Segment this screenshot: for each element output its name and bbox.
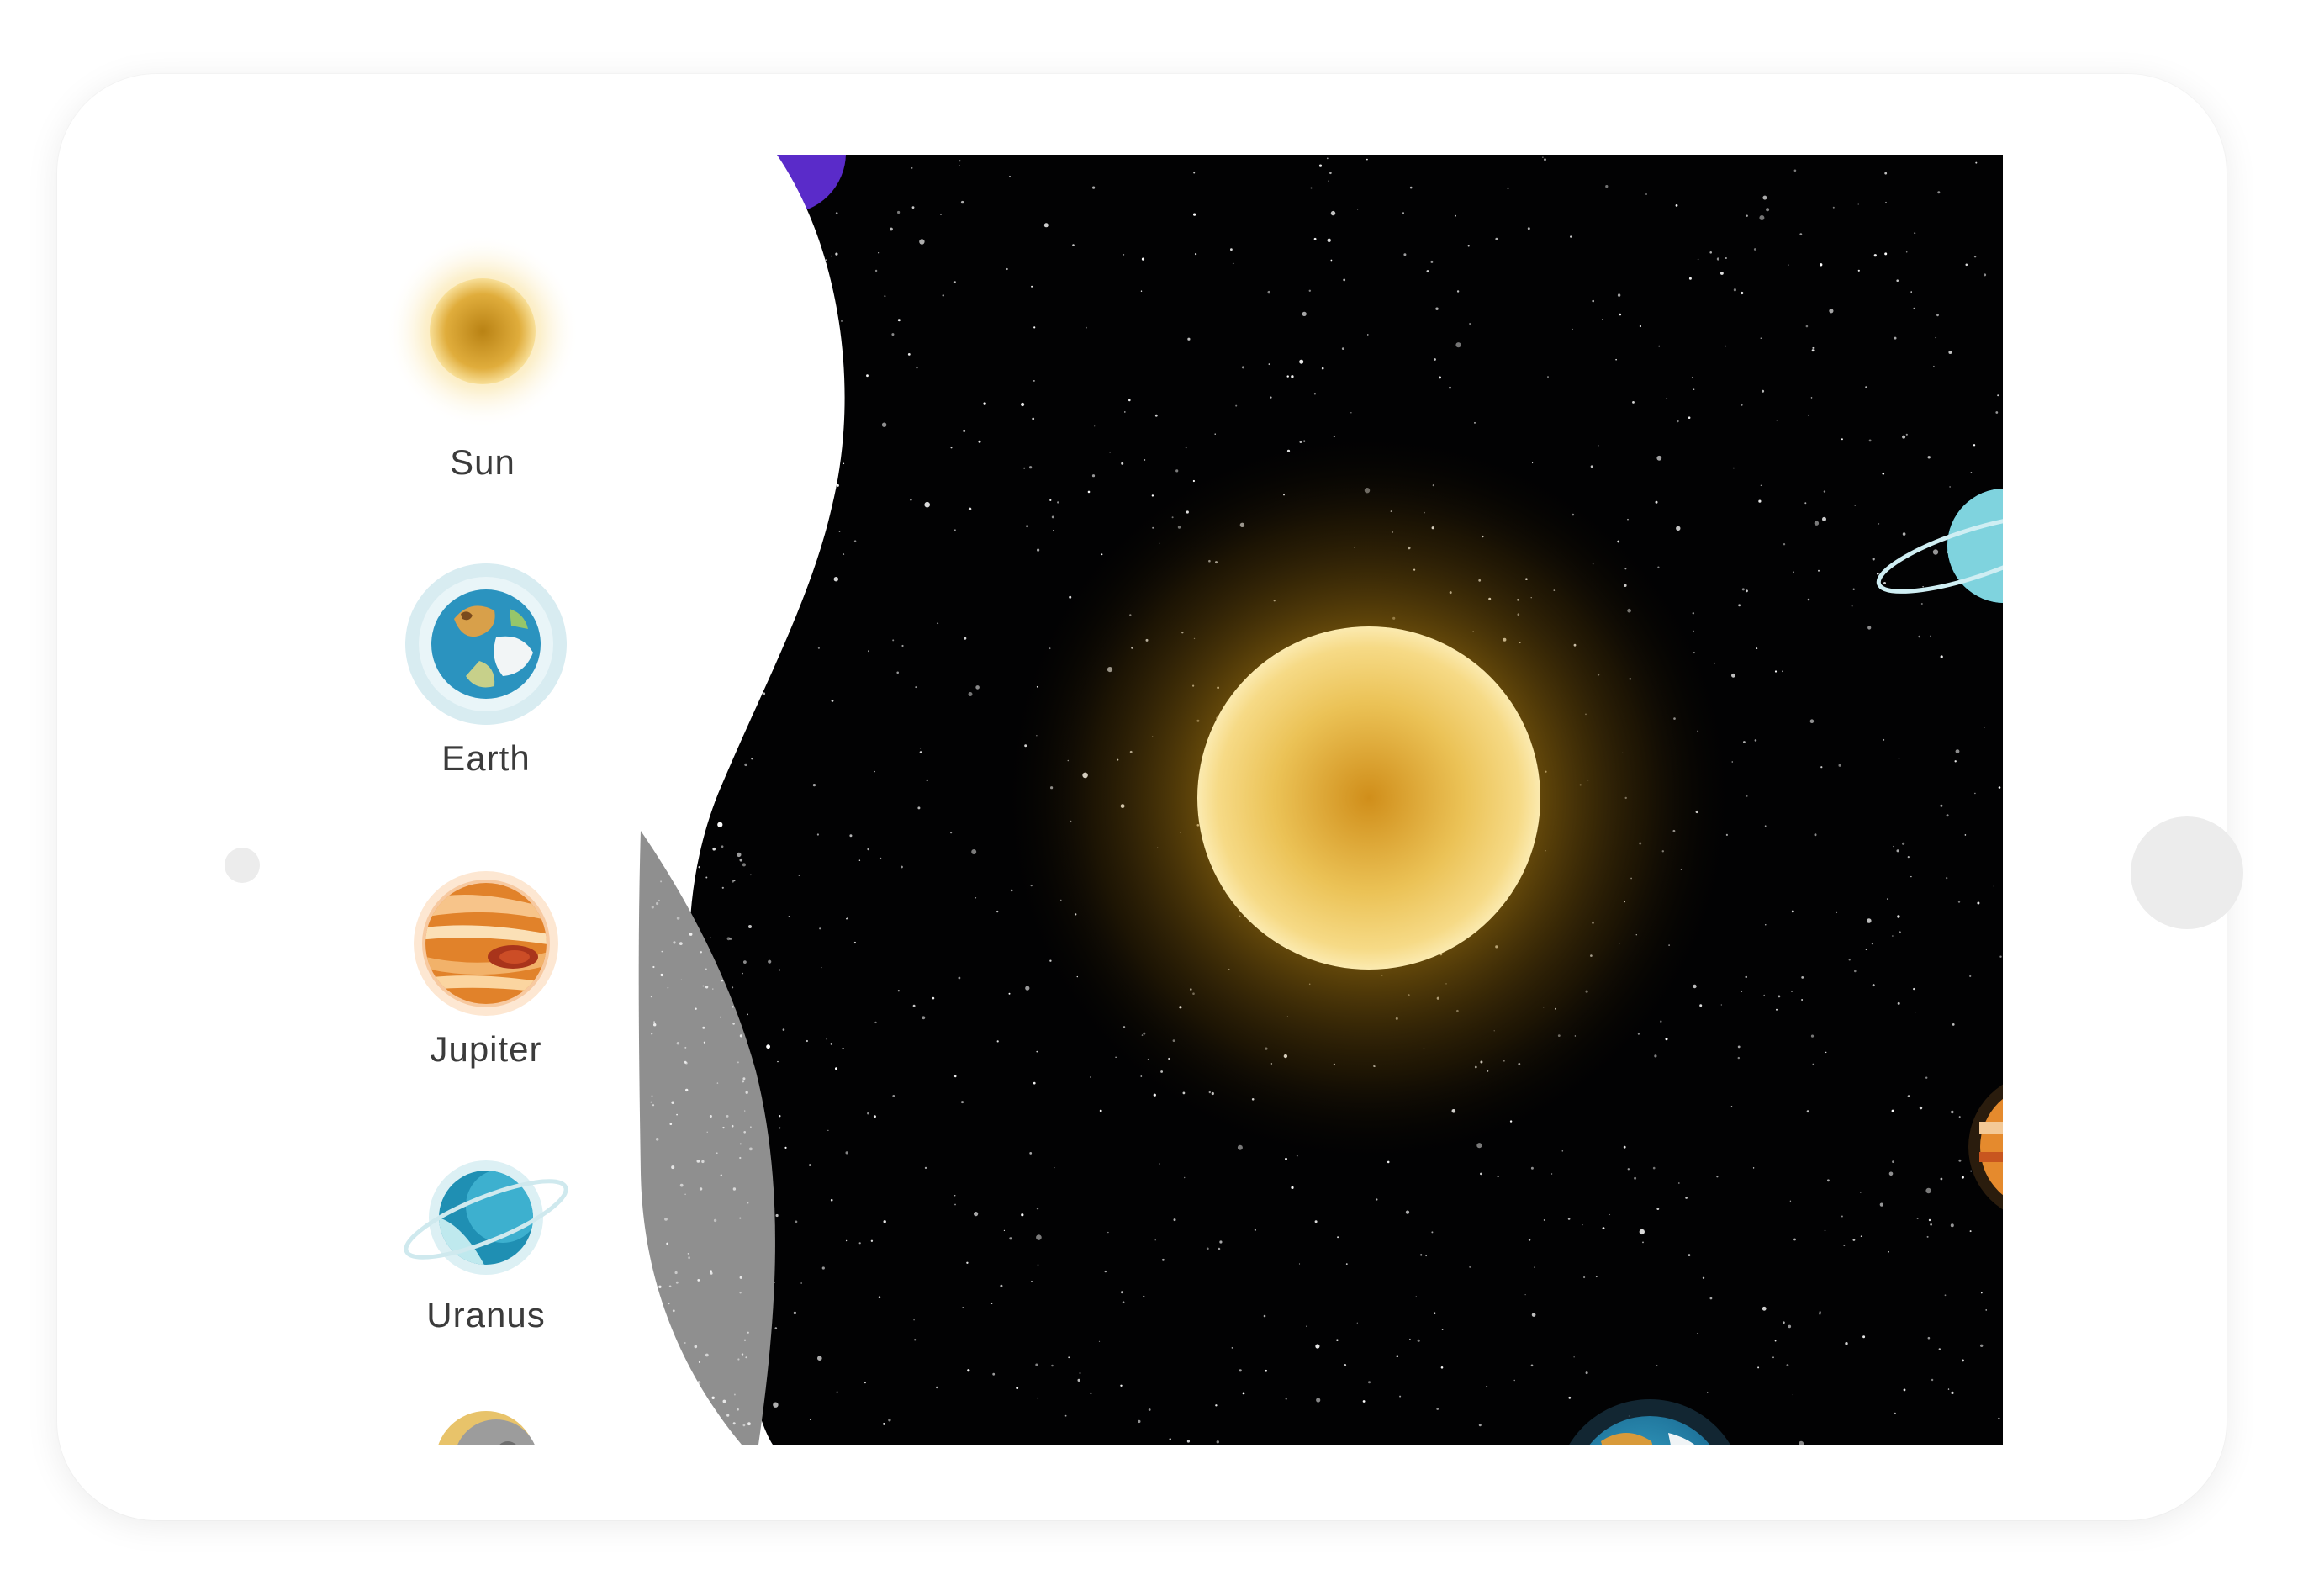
sidebar-item-jupiter[interactable]: Jupiter: [335, 868, 637, 1070]
app-screen: Sun Earth Jupiter Uranus: [281, 155, 2003, 1445]
sidebar-item-label: Jupiter: [430, 1029, 542, 1069]
sidebar-item-uranus[interactable]: Uranus: [335, 1150, 637, 1335]
mercury-icon: [438, 1411, 535, 1445]
home-button[interactable]: [2131, 816, 2243, 929]
sidebar-item-label: Sun: [450, 442, 515, 482]
sidebar-item-earth[interactable]: Earth: [335, 560, 637, 779]
sidebar-item-mercury[interactable]: [335, 1408, 637, 1445]
sidebar-item-label: Earth: [441, 738, 531, 778]
sun-icon: [386, 235, 579, 428]
sidebar-item-label: Uranus: [426, 1295, 546, 1334]
uranus-icon: [404, 1160, 568, 1275]
earth-icon: [405, 563, 567, 725]
sidebar-item-sun[interactable]: Sun: [331, 230, 634, 483]
camera-dot: [225, 848, 260, 883]
jupiter-icon: [414, 871, 558, 1016]
